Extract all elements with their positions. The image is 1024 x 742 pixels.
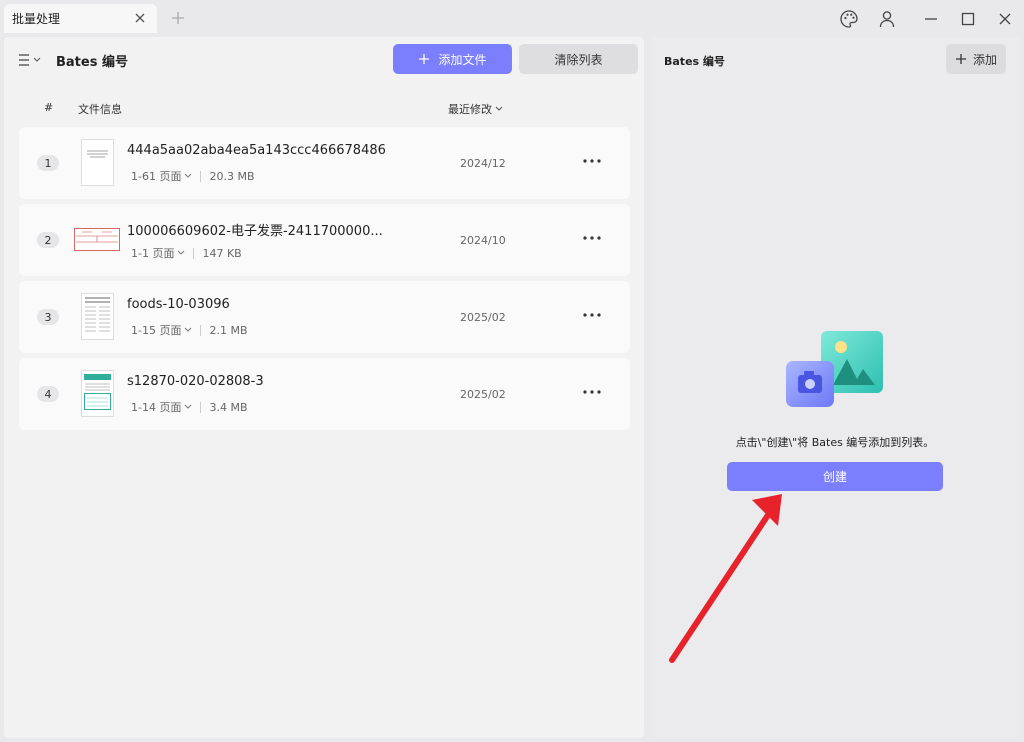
page-range-label: 1-61 页面 xyxy=(131,170,182,183)
chevron-down-icon xyxy=(185,327,192,332)
column-header-info: 文件信息 xyxy=(78,103,122,116)
add-bates-label: 添加 xyxy=(972,52,997,67)
add-file-label: 添加文件 xyxy=(438,52,487,67)
row-index: 4 xyxy=(37,386,59,402)
plus-icon xyxy=(419,54,430,64)
file-row[interactable]: 2 100006609602-电子发票-2411700000... 1-1 页面… xyxy=(19,204,630,276)
page-range-label: 1-15 页面 xyxy=(131,324,182,337)
more-options-icon[interactable] xyxy=(581,385,603,399)
divider xyxy=(200,324,202,336)
minimize-icon[interactable] xyxy=(921,9,941,29)
file-row[interactable]: 4 s12870-020-02808-3 1-14 页面 3.4 MB 2025… xyxy=(19,358,630,430)
row-index: 1 xyxy=(37,155,59,171)
plus-icon[interactable] xyxy=(170,10,186,26)
chevron-down-icon xyxy=(185,173,192,178)
file-name: 100006609602-电子发票-2411700000... xyxy=(127,224,383,239)
file-list-panel: Bates 编号 添加文件 清除列表 # 文件信息 最近修改 1 444a5aa… xyxy=(4,37,644,738)
file-meta: 1-15 页面 2.1 MB xyxy=(131,322,248,338)
page-range-select[interactable]: 1-1 页面 xyxy=(131,245,185,261)
plus-icon xyxy=(955,54,966,64)
modified-date: 2025/02 xyxy=(460,388,506,401)
column-header-modified-label: 最近修改 xyxy=(448,103,492,116)
file-row[interactable]: 1 444a5aa02aba4ea5a143ccc466678486 1-61 … xyxy=(19,127,630,199)
file-meta: 1-1 页面 147 KB xyxy=(131,245,242,261)
invoice-thumbnail xyxy=(74,228,120,251)
more-options-icon[interactable] xyxy=(581,308,603,322)
row-index: 3 xyxy=(37,309,59,325)
file-name: foods-10-03096 xyxy=(127,297,230,312)
chevron-down-icon xyxy=(185,404,192,409)
file-size: 20.3 MB xyxy=(209,169,255,183)
panel-title: Bates 编号 xyxy=(56,55,128,70)
divider xyxy=(200,170,202,182)
row-index: 2 xyxy=(37,232,59,248)
add-file-button[interactable]: 添加文件 xyxy=(393,44,512,74)
tab-label: 批量处理 xyxy=(12,12,61,26)
palette-icon[interactable] xyxy=(839,9,859,29)
tab-batch-process[interactable]: 批量处理 xyxy=(4,4,157,33)
page-range-label: 1-14 页面 xyxy=(131,401,182,414)
more-options-icon[interactable] xyxy=(581,154,603,168)
clear-list-label: 清除列表 xyxy=(554,52,603,67)
add-bates-button[interactable]: 添加 xyxy=(946,44,1006,74)
empty-state-text: 点击\"创建\"将 Bates 编号添加到列表。 xyxy=(735,436,935,449)
chevron-down-icon xyxy=(495,106,503,111)
file-size: 147 KB xyxy=(202,246,242,260)
page-range-select[interactable]: 1-15 页面 xyxy=(131,322,192,338)
file-row[interactable]: 3 foods-10-03096 1-15 页面 2.1 MB 2025/02 xyxy=(19,281,630,353)
menu-icon[interactable] xyxy=(18,53,46,67)
column-header-modified[interactable]: 最近修改 xyxy=(448,101,503,117)
divider xyxy=(193,247,195,259)
user-icon[interactable] xyxy=(877,9,897,29)
page-range-select[interactable]: 1-14 页面 xyxy=(131,399,192,415)
close-window-icon[interactable] xyxy=(995,9,1015,29)
file-meta: 1-14 页面 3.4 MB xyxy=(131,399,248,415)
modified-date: 2025/02 xyxy=(460,311,506,324)
file-name: 444a5aa02aba4ea5a143ccc466678486 xyxy=(127,143,386,158)
chevron-down-icon xyxy=(178,250,185,255)
close-icon[interactable] xyxy=(133,11,147,25)
create-button[interactable]: 创建 xyxy=(727,462,943,491)
file-size: 3.4 MB xyxy=(209,400,248,414)
maximize-icon[interactable] xyxy=(958,9,978,29)
document-thumbnail xyxy=(81,370,114,417)
column-header-index: # xyxy=(44,101,54,114)
page-range-label: 1-1 页面 xyxy=(131,247,175,260)
divider xyxy=(200,401,202,413)
file-name: s12870-020-02808-3 xyxy=(127,374,264,389)
create-label: 创建 xyxy=(822,470,847,484)
modified-date: 2024/12 xyxy=(460,157,506,170)
page-range-select[interactable]: 1-61 页面 xyxy=(131,168,192,184)
title-bar: 批量处理 xyxy=(0,0,1024,37)
more-options-icon[interactable] xyxy=(581,231,603,245)
document-thumbnail xyxy=(81,139,114,186)
file-size: 2.1 MB xyxy=(209,323,248,337)
file-meta: 1-61 页面 20.3 MB xyxy=(131,168,255,184)
annotation-arrow-icon xyxy=(669,494,782,663)
document-thumbnail xyxy=(81,293,114,340)
modified-date: 2024/10 xyxy=(460,234,506,247)
clear-list-button[interactable]: 清除列表 xyxy=(519,44,638,74)
panel-title: Bates 编号 xyxy=(664,55,725,68)
image-camera-illustration xyxy=(786,331,883,407)
